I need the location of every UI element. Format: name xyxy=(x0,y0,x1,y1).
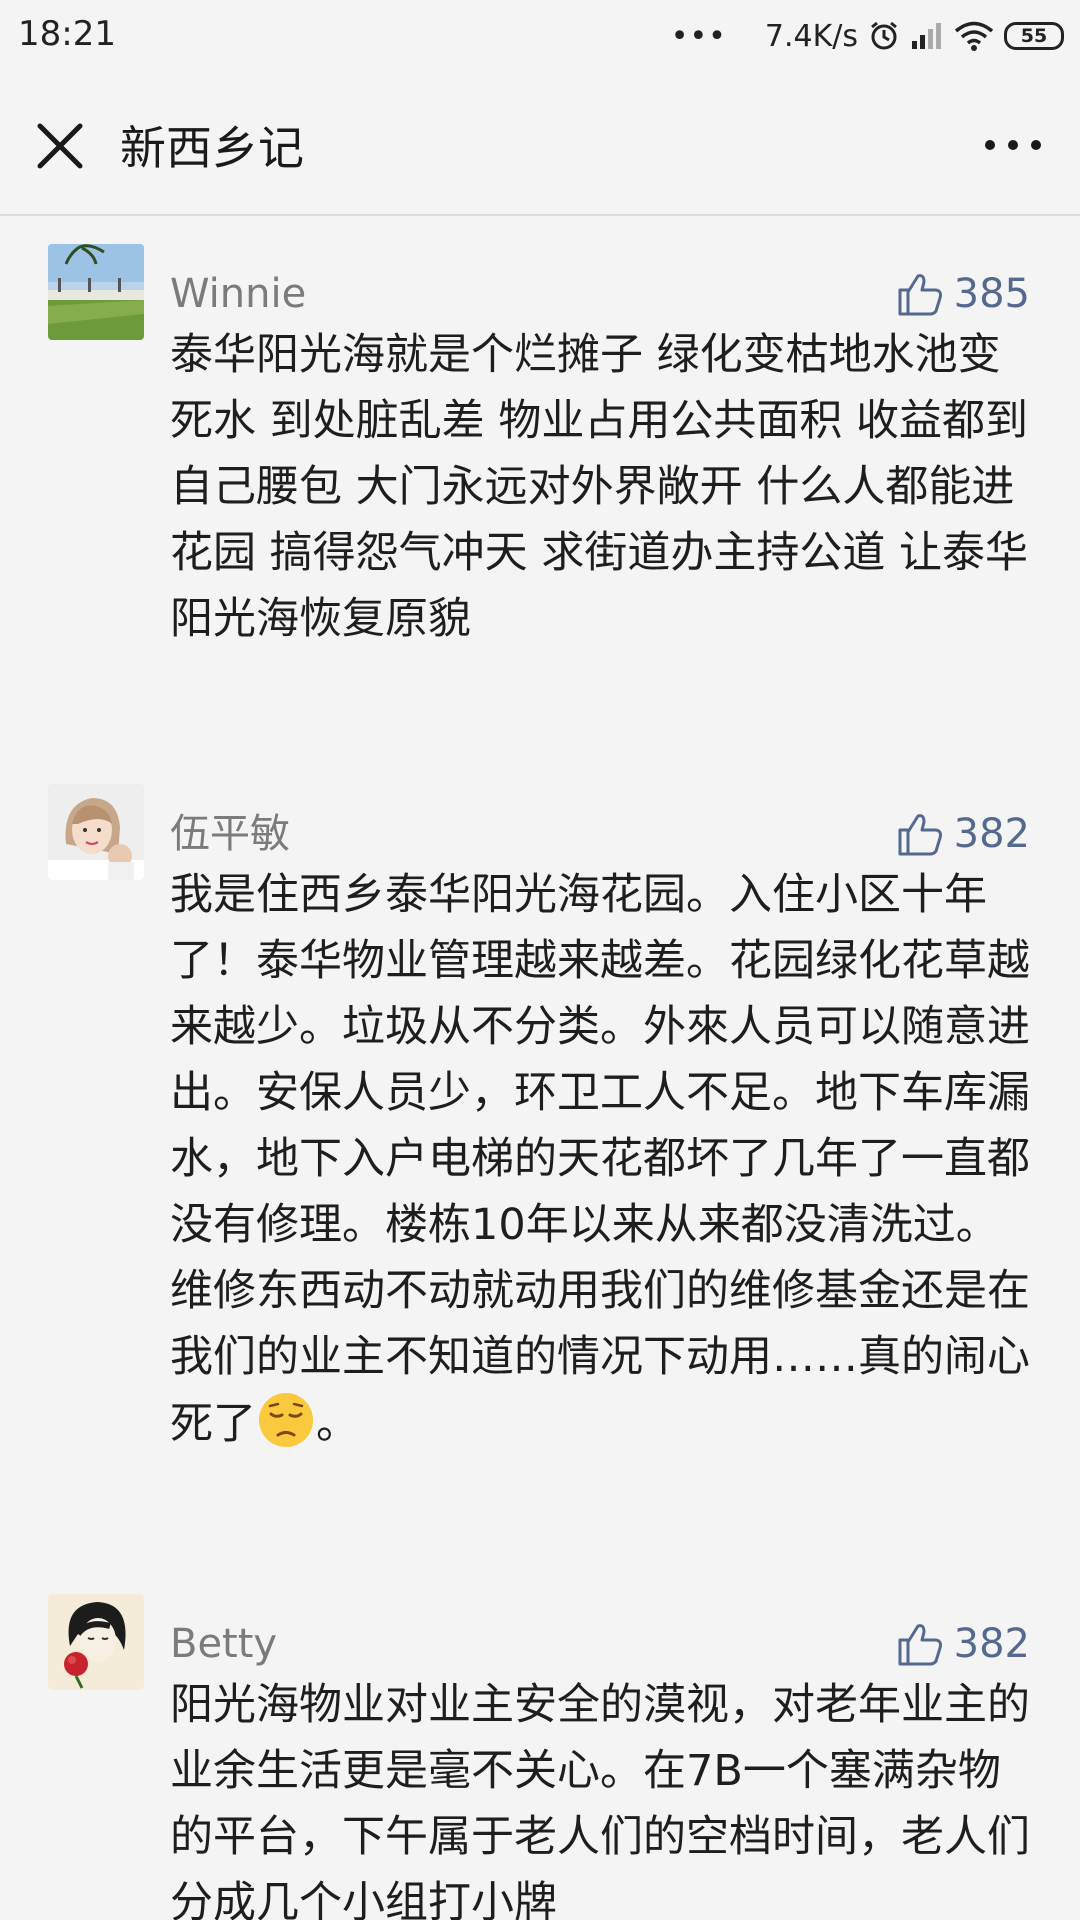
status-indicators: ••• 7.4K/s 55 xyxy=(671,14,1064,58)
wifi-icon xyxy=(954,21,994,51)
comment-text: 阳光海物业对业主安全的漠视，对老年业主的业余生活更是毫不关心。在7B一个塞满杂物… xyxy=(170,1680,1030,1920)
comment-item: Betty 382 阳光海物业对业主安全的漠视，对老年业主的业余生活更是毫不关心… xyxy=(0,1566,1080,1920)
status-dots: ••• xyxy=(670,18,727,54)
comment-author[interactable]: Betty xyxy=(170,1620,277,1668)
comment-author[interactable]: 伍平敏 xyxy=(170,810,290,858)
avatar[interactable] xyxy=(48,1594,144,1690)
comment-item: 伍平敏 382 我是住西乡泰华阳光海花园。入住小区十年了！泰华物业管理越来越差。… xyxy=(0,756,1080,1566)
like-count: 382 xyxy=(953,1621,1030,1667)
comment-item: Winnie 385 泰华阳光海就是个烂摊子 绿化变枯地水池变死水 到处脏乱差 … xyxy=(0,216,1080,756)
alarm-icon xyxy=(871,21,897,50)
status-bar: 18:21 ••• 7.4K/s 55 xyxy=(0,0,1080,76)
avatar[interactable] xyxy=(48,244,144,340)
thumbs-up-icon xyxy=(898,1624,942,1666)
status-time: 18:21 xyxy=(18,14,116,54)
comment-list: Winnie 385 泰华阳光海就是个烂摊子 绿化变枯地水池变死水 到处脏乱差 … xyxy=(0,216,1080,1920)
page-title: 新西乡记 xyxy=(120,121,304,175)
like-button[interactable]: 382 xyxy=(896,810,1030,858)
comment-author[interactable]: Winnie xyxy=(170,270,306,318)
comment-text-body: 我是住西乡泰华阳光海花园。入住小区十年了！泰华物业管理越来越差。花园绿化花草越来… xyxy=(170,870,1030,1449)
like-count: 385 xyxy=(953,271,1030,317)
like-count: 382 xyxy=(953,811,1030,857)
thumbs-up-icon xyxy=(898,814,942,856)
signal-icon xyxy=(912,23,941,49)
avatar[interactable] xyxy=(48,784,144,880)
thumbs-up-icon xyxy=(898,274,942,316)
comment-text: 我是住西乡泰华阳光海花园。入住小区十年了！泰华物业管理越来越差。花园绿化花草越来… xyxy=(170,862,1030,1457)
nav-bar: 新西乡记 xyxy=(0,76,1080,216)
network-speed: 7.4K/s xyxy=(764,18,858,54)
more-options-icon[interactable] xyxy=(980,120,1046,170)
battery-level: 55 xyxy=(1020,25,1048,47)
pensive-face-icon xyxy=(259,1393,313,1447)
comment-text: 泰华阳光海就是个烂摊子 绿化变枯地水池变死水 到处脏乱差 物业占用公共面积 收益… xyxy=(170,330,1029,644)
comment-text-end: 。 xyxy=(316,1399,359,1449)
like-button[interactable]: 382 xyxy=(896,1620,1030,1668)
like-button[interactable]: 385 xyxy=(896,270,1030,318)
close-icon[interactable] xyxy=(30,116,90,176)
battery-indicator: 55 xyxy=(1004,22,1064,50)
